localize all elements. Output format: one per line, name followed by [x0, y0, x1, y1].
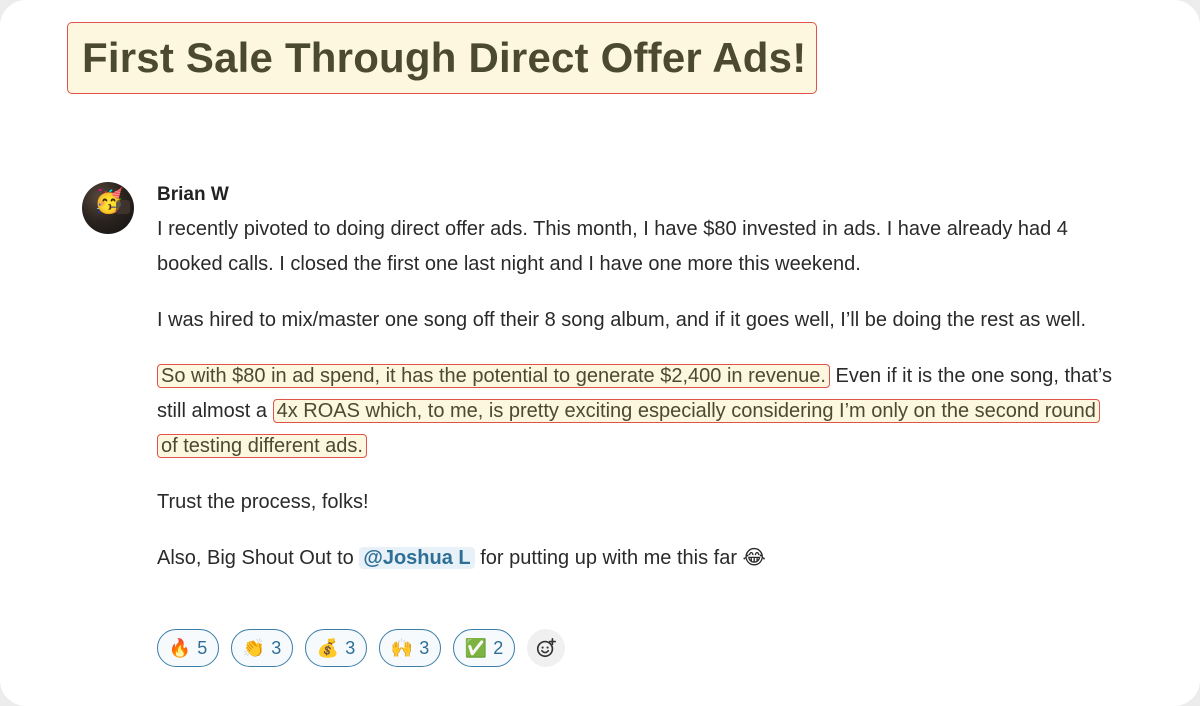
- mention-joshua[interactable]: @Joshua L: [359, 547, 475, 569]
- clap-icon: 👏: [242, 638, 266, 658]
- paragraph-3: So with $80 in ad spend, it has the pote…: [157, 359, 1117, 464]
- highlight-roas: 4x ROAS which, to me, is pretty exciting…: [157, 399, 1100, 458]
- reaction-clap[interactable]: 👏 3: [231, 629, 293, 667]
- add-reaction-icon: [536, 638, 556, 658]
- avatar[interactable]: 🥳: [82, 182, 134, 234]
- reaction-count: 3: [345, 637, 356, 658]
- reactions-bar: 🔥 5 👏 3 💰 3 🙌 3 ✅ 2: [157, 629, 565, 667]
- reaction-count: 3: [419, 637, 430, 658]
- paragraph-4: Trust the process, folks!: [157, 491, 369, 513]
- money-bag-icon: 💰: [316, 638, 340, 658]
- paragraph-5-after: for putting up with me this far 😂: [474, 547, 766, 569]
- reaction-fire[interactable]: 🔥 5: [157, 629, 219, 667]
- paragraph-1: I recently pivoted to doing direct offer…: [157, 218, 1068, 275]
- paragraph-5: Also, Big Shout Out to @Joshua L for put…: [157, 541, 1117, 576]
- avatar-shade: [116, 200, 130, 214]
- paragraph-2: I was hired to mix/master one song off t…: [157, 309, 1086, 331]
- author-name[interactable]: Brian W: [157, 184, 229, 206]
- reaction-raised-hands[interactable]: 🙌 3: [379, 629, 441, 667]
- reaction-count: 3: [271, 637, 282, 658]
- post-title: First Sale Through Direct Offer Ads!: [82, 34, 807, 81]
- add-reaction-button[interactable]: [527, 629, 565, 667]
- reaction-count: 2: [493, 637, 504, 658]
- highlight-revenue: So with $80 in ad spend, it has the pote…: [157, 364, 830, 388]
- check-mark-icon: ✅: [464, 638, 488, 658]
- reaction-money-bag[interactable]: 💰 3: [305, 629, 367, 667]
- reaction-count: 5: [197, 637, 208, 658]
- post-title-highlight: First Sale Through Direct Offer Ads!: [67, 22, 818, 94]
- reaction-check-mark[interactable]: ✅ 2: [453, 629, 515, 667]
- fire-icon: 🔥: [168, 638, 192, 658]
- raised-hands-icon: 🙌: [390, 638, 414, 658]
- post-card: First Sale Through Direct Offer Ads! 🥳 B…: [0, 0, 1200, 706]
- post-body: I recently pivoted to doing direct offer…: [157, 212, 1117, 597]
- paragraph-5-before: Also, Big Shout Out to: [157, 547, 360, 569]
